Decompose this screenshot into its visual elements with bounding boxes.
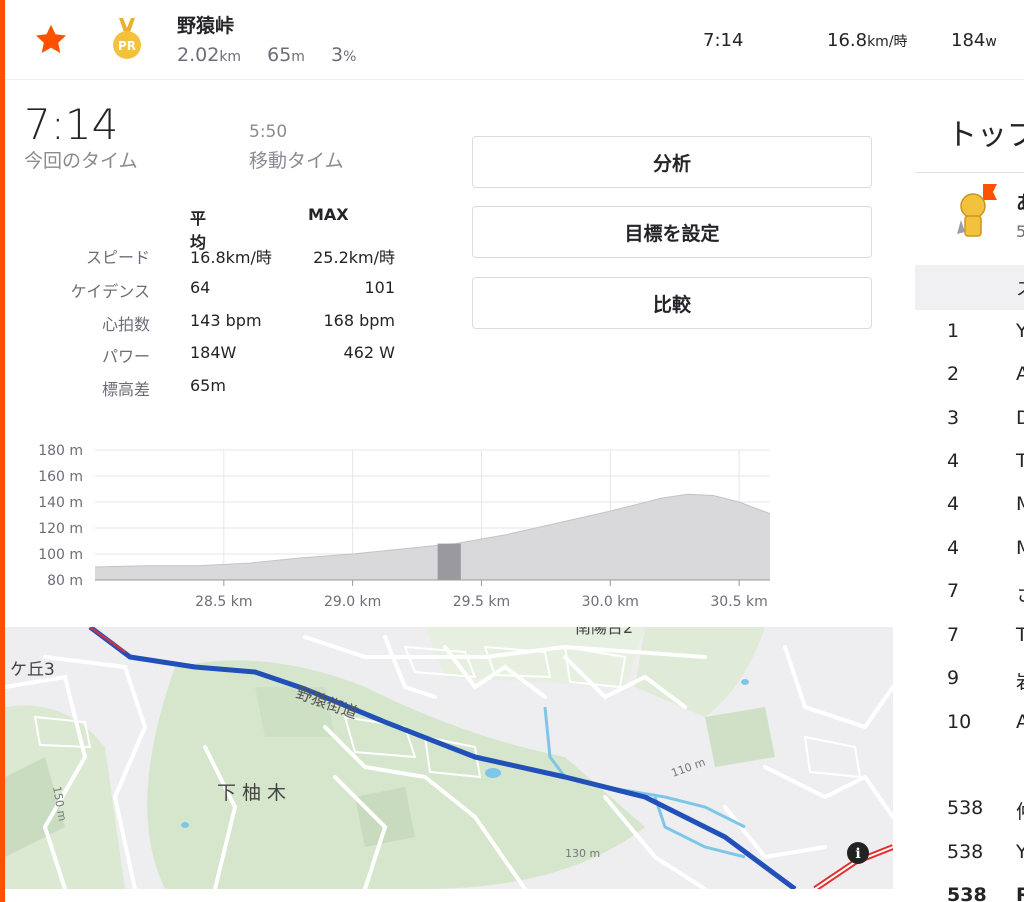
star-icon[interactable] <box>33 22 69 58</box>
stats-row-speed: スピード 16.8km/時 25.2km/時 <box>40 244 400 268</box>
leaderboard-athlete-name[interactable]: A <box>1016 363 1024 385</box>
leaderboard-rank: 7 <box>947 580 960 602</box>
moving-time-label: 移動タイム <box>249 150 344 172</box>
area-label: 南陽台2 <box>575 627 633 637</box>
segment-grade: 3% <box>330 44 357 66</box>
leaderboard-athlete-name[interactable]: さ <box>1016 580 1024 607</box>
stats-label: 標高差 <box>101 380 150 399</box>
leaderboard-athlete-name[interactable]: T <box>1016 450 1024 472</box>
stats-row-power: パワー 184W 462 W <box>40 343 400 367</box>
kom-crown-icon <box>957 184 997 237</box>
stats-label: スピード <box>85 248 150 267</box>
leaderboard-header: ス <box>915 265 1024 310</box>
header-power: 184w <box>951 30 997 51</box>
stats-avg: 64 <box>190 278 211 297</box>
stats-head-max: MAX <box>308 205 349 224</box>
stats-max: 168 bpm <box>323 311 395 330</box>
elapsed-time-label: 今回のタイム <box>24 150 138 172</box>
stats-label: パワー <box>101 347 150 366</box>
segment-header: PR 野猿峠 2.02km 65m 3% 7:14 16.8km/時 184w <box>5 0 1024 80</box>
park-area <box>705 707 775 767</box>
area-label: ケ丘3 <box>10 660 55 680</box>
leaderboard-athlete-name[interactable]: T <box>1016 624 1024 646</box>
segment-elevation: 65m <box>267 44 305 66</box>
leaderboard-rank: 538 <box>947 884 987 902</box>
stats-avg: 16.8km/時 <box>190 248 272 267</box>
stats-avg: 184W <box>190 343 237 362</box>
park-area <box>355 787 415 847</box>
leaderboard-rank: 3 <box>947 407 960 429</box>
analysis-button[interactable]: 分析 <box>472 136 872 188</box>
elevation-area <box>95 494 770 580</box>
stats-avg: 65m <box>190 376 226 395</box>
leaderboard-athlete-name[interactable]: Y <box>1016 320 1024 342</box>
highlight-marker <box>437 543 461 580</box>
leaderboard-rank: 1 <box>947 320 960 342</box>
leaderboard-rank: 2 <box>947 363 960 385</box>
leaderboard-rank: 9 <box>947 667 960 689</box>
stats-max: 101 <box>364 278 395 297</box>
y-tick-label: 80 m <box>47 573 83 589</box>
y-tick-label: 100 m <box>38 547 83 563</box>
stats-max: 25.2km/時 <box>313 248 395 267</box>
header-time: 7:14 <box>703 30 744 51</box>
x-tick-label: 29.5 km <box>453 594 510 610</box>
stats-avg: 143 bpm <box>190 311 262 330</box>
x-tick-label: 30.0 km <box>582 594 639 610</box>
segment-distance: 2.02km <box>177 44 242 66</box>
leaderboard-athlete-name[interactable]: A <box>1016 711 1024 733</box>
leaderboard-athlete-name[interactable]: 仲 <box>1016 797 1024 824</box>
leaderboard-rank: 4 <box>947 537 960 559</box>
x-tick-label: 30.5 km <box>710 594 767 610</box>
leaderboard-rank: 7 <box>947 624 960 646</box>
y-tick-label: 120 m <box>38 521 83 537</box>
pr-medal-icon: PR <box>113 18 141 59</box>
contour-label: 110 m <box>670 756 708 780</box>
route-start <box>89 627 126 653</box>
route-map[interactable]: 野猿街道 下柚木 ケ丘3 南陽台2 110 m 130 m 150 m i <box>5 627 893 889</box>
stats-row-cadence: ケイデンス 64 101 <box>40 278 400 302</box>
leaderboard-athlete-name[interactable]: Y <box>1016 841 1024 863</box>
leaderboard-title: トップ <box>947 118 1024 153</box>
stats-max: 462 W <box>343 343 395 362</box>
y-tick-label: 160 m <box>38 469 83 485</box>
leaderboard-user-sub: 5 <box>1016 222 1024 241</box>
park-area <box>635 627 765 717</box>
contour-label: 130 m <box>565 847 600 860</box>
segment-stats: 2.02km 65m 3% <box>177 44 356 66</box>
leaderboard-user-name[interactable]: あ <box>1016 188 1024 215</box>
pond <box>741 679 749 685</box>
header-speed: 16.8km/時 <box>827 30 908 51</box>
stats-label: 心拍数 <box>101 315 150 334</box>
segment-name[interactable]: 野猿峠 <box>177 11 234 38</box>
area-label: 下柚木 <box>217 782 292 804</box>
stats-row-heartrate: 心拍数 143 bpm 168 bpm <box>40 311 400 335</box>
elapsed-time: 7:14 <box>24 100 119 149</box>
leaderboard-athlete-name[interactable]: R <box>1016 884 1024 902</box>
stats-label: ケイデンス <box>70 282 150 301</box>
x-tick-label: 28.5 km <box>195 594 252 610</box>
leaderboard-rank: 538 <box>947 841 984 863</box>
leaderboard-athlete-name[interactable]: D <box>1016 407 1024 429</box>
y-tick-label: 180 m <box>38 443 83 459</box>
leaderboard-rank: 10 <box>947 711 972 733</box>
set-goal-button[interactable]: 目標を設定 <box>472 206 872 258</box>
y-tick-label: 140 m <box>38 495 83 511</box>
pond <box>181 822 189 828</box>
leaderboard-rank: 4 <box>947 493 960 515</box>
svg-text:i: i <box>855 846 860 862</box>
leaderboard-athlete-name[interactable]: 岩 <box>1016 667 1024 694</box>
leaderboard-athlete-name[interactable]: M <box>1016 493 1024 515</box>
leaderboard-athlete-name[interactable]: M <box>1016 537 1024 559</box>
stats-row-elevation: 標高差 65m <box>40 376 400 400</box>
x-tick-label: 29.0 km <box>324 594 381 610</box>
leaderboard-rank: 4 <box>947 450 960 472</box>
elevation-chart[interactable]: 180 m 160 m 140 m 120 m 100 m 80 m 28.5 km 29.0… <box>0 438 800 618</box>
compare-button[interactable]: 比較 <box>472 277 872 329</box>
moving-time: 5:50 <box>249 122 288 142</box>
info-icon[interactable]: i <box>847 842 869 864</box>
leaderboard-rank: 538 <box>947 797 984 819</box>
pr-badge-text: PR <box>118 39 136 53</box>
pond <box>485 768 501 778</box>
